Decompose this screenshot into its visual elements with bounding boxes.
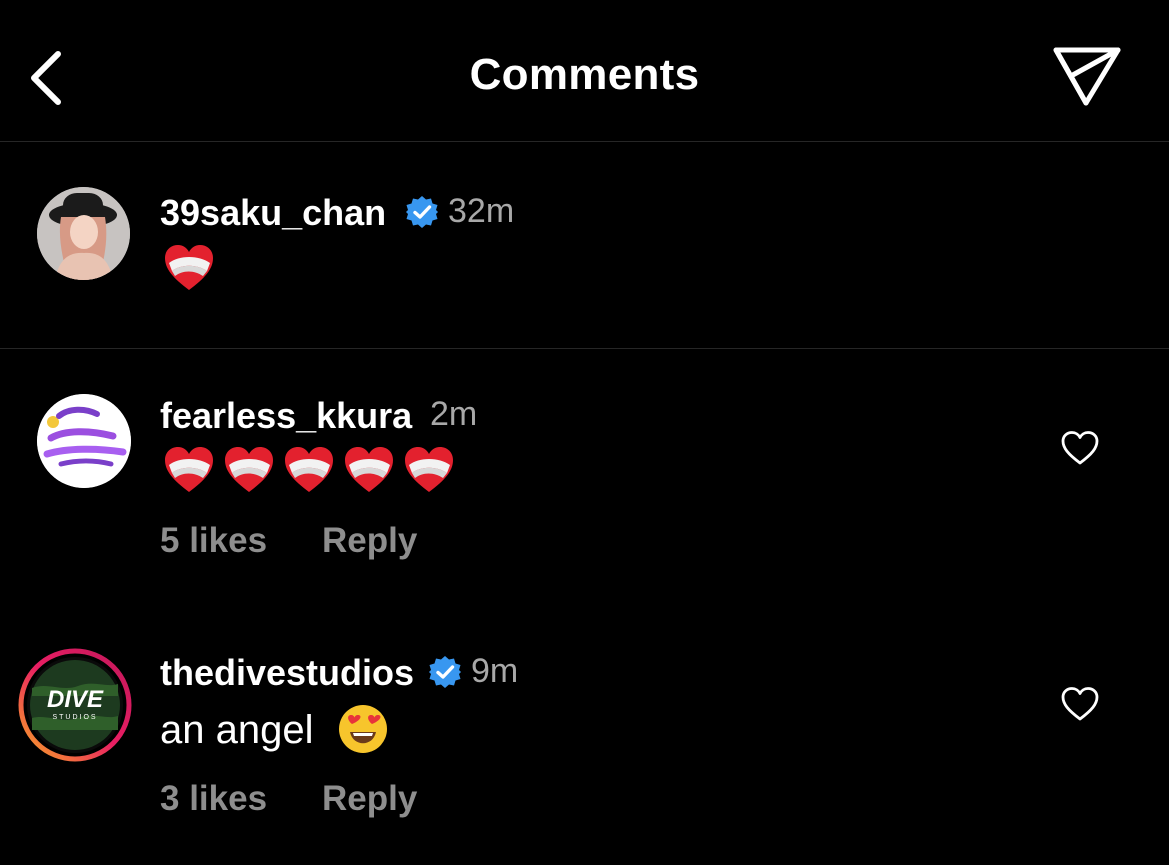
heart-icon[interactable] <box>1060 429 1100 467</box>
mending-heart-emoji <box>403 445 455 495</box>
header: Comments <box>0 0 1169 141</box>
comment-timestamp: 2m <box>430 395 478 433</box>
caption-username[interactable]: 39saku_chan <box>160 192 386 234</box>
mending-heart-emoji <box>343 445 395 495</box>
paper-plane-icon <box>1053 47 1121 106</box>
mending-heart-emoji <box>223 445 275 495</box>
verified-badge-icon <box>405 195 439 229</box>
comment-username[interactable]: thedivestudios <box>160 652 414 694</box>
comment-text: an angel <box>160 708 314 752</box>
verified-badge-icon <box>428 655 462 689</box>
heart-icon[interactable] <box>1060 685 1100 723</box>
profile-photo <box>37 187 130 280</box>
channel-logo <box>37 394 131 488</box>
avatar-logo-text: DIVE <box>46 686 103 713</box>
avatar[interactable] <box>37 187 130 280</box>
page-title: Comments <box>469 50 700 99</box>
comment-timestamp: 9m <box>471 652 519 690</box>
avatar[interactable] <box>37 394 131 488</box>
reply-button[interactable]: Reply <box>322 779 417 819</box>
mending-heart-emoji <box>163 445 215 495</box>
avatar-logo-subtext: STUDIOS <box>52 714 98 721</box>
mending-heart-emoji <box>283 445 335 495</box>
avatar[interactable]: DIVE STUDIOS <box>18 648 132 762</box>
likes-count[interactable]: 3 likes <box>160 779 267 819</box>
comment-username[interactable]: fearless_kkura <box>160 395 412 437</box>
caption-timestamp: 32m <box>448 192 515 230</box>
mending-heart-emoji <box>163 243 215 293</box>
reply-button[interactable]: Reply <box>322 521 417 561</box>
comment-row: DIVE STUDIOS thedivestudios 9m an angel … <box>0 606 1169 856</box>
share-button[interactable] <box>1048 40 1128 110</box>
comment-row: fearless_kkura 2m 5 likes Reply <box>0 349 1169 589</box>
heart-eyes-emoji <box>339 705 387 753</box>
caption-row: 39saku_chan 32m <box>0 142 1169 348</box>
comments-screen: Comments 39saku_chan 32m fearless_kkura … <box>0 0 1169 865</box>
likes-count[interactable]: 5 likes <box>160 521 267 561</box>
